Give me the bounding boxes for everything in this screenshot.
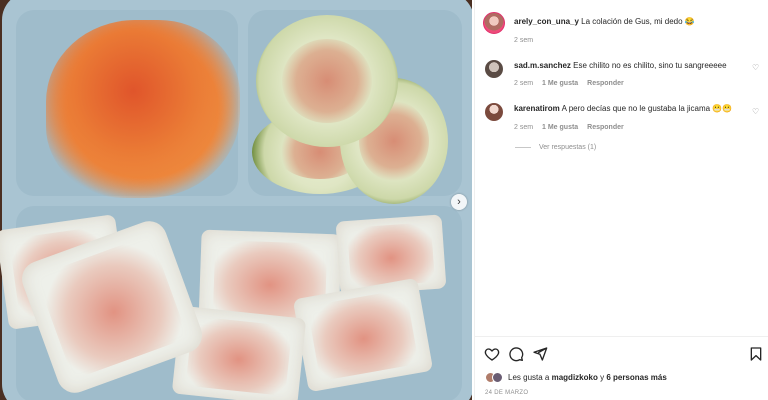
caption-text: La colación de Gus, mi dedo xyxy=(581,17,683,26)
avatar[interactable] xyxy=(485,103,503,121)
comment-text: Ese chilito no es chilito, sino tu sangr… xyxy=(573,61,727,70)
comment: sad.m.sanchez Ese chilito no es chilito,… xyxy=(514,60,754,71)
post-caption: arely_con_una_y La colación de Gus, mi d… xyxy=(514,16,754,27)
post-photo[interactable]: › xyxy=(0,0,472,400)
likes-others[interactable]: 6 personas más xyxy=(606,373,666,382)
action-bar xyxy=(484,346,762,362)
caption-meta: 2 sem xyxy=(514,37,540,44)
caption-username[interactable]: arely_con_una_y xyxy=(514,17,579,26)
reply-button[interactable]: Responder xyxy=(587,80,624,87)
likes-middle: y xyxy=(600,372,605,382)
reply-button[interactable]: Responder xyxy=(587,124,624,131)
avatar[interactable] xyxy=(483,12,505,34)
post-date[interactable]: 24 DE MARZO xyxy=(485,390,528,396)
caption-emoji: 😂 xyxy=(684,17,695,26)
cucumber-slice xyxy=(256,15,398,147)
comment: karenatirom A pero decías que no le gust… xyxy=(514,103,754,114)
heart-icon[interactable]: ♡ xyxy=(752,108,760,116)
caption-time: 2 sem xyxy=(514,37,534,44)
divider xyxy=(475,336,768,337)
comment-username[interactable]: sad.m.sanchez xyxy=(514,61,571,70)
heart-icon[interactable]: ♡ xyxy=(752,64,760,72)
view-replies-label: Ver respuestas (1) xyxy=(539,144,597,151)
comment-likes[interactable]: 1 Me gusta xyxy=(542,124,578,131)
comment-username[interactable]: karenatirom xyxy=(514,104,560,113)
likes-prefix: Les gusta a xyxy=(508,372,550,382)
comments-panel: arely_con_una_y La colación de Gus, mi d… xyxy=(474,0,768,400)
avatar[interactable] xyxy=(485,60,503,78)
replies-divider xyxy=(515,147,531,148)
chevron-right-icon[interactable]: › xyxy=(451,194,467,210)
comment-time: 2 sem xyxy=(514,80,534,87)
comment-icon[interactable] xyxy=(508,346,524,362)
shredded-carrot xyxy=(46,20,240,198)
likes-summary[interactable]: Les gusta a magdizkoko y 6 personas más xyxy=(485,370,667,384)
avatar xyxy=(492,371,503,383)
bookmark-icon[interactable] xyxy=(748,346,764,362)
comment-text: A pero decías que no le gustaba la jicam… xyxy=(561,104,711,113)
send-icon[interactable] xyxy=(532,346,548,362)
comment-meta: 2 sem 1 Me gusta Responder xyxy=(514,80,631,87)
comment-likes[interactable]: 1 Me gusta xyxy=(542,80,578,87)
view-replies-button[interactable]: Ver respuestas (1) xyxy=(515,144,596,151)
comment-time: 2 sem xyxy=(514,124,534,131)
heart-icon[interactable] xyxy=(484,346,500,362)
likes-user[interactable]: magdizkoko xyxy=(552,373,598,382)
comment-meta: 2 sem 1 Me gusta Responder xyxy=(514,124,631,131)
comment-emoji: 😬😬 xyxy=(712,104,733,113)
